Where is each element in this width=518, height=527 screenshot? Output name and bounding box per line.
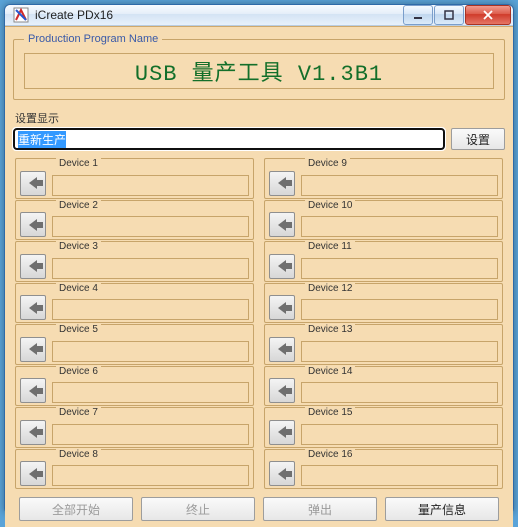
device-slot: Device 12 bbox=[264, 283, 503, 324]
device-slot-label: Device 16 bbox=[305, 449, 355, 461]
device-slot: Device 2 bbox=[15, 200, 254, 241]
arrow-left-icon[interactable] bbox=[269, 171, 295, 196]
device-slot: Device 6 bbox=[15, 366, 254, 407]
device-status-field bbox=[301, 341, 498, 362]
window-controls bbox=[403, 5, 511, 25]
device-slot-label: Device 11 bbox=[305, 241, 355, 253]
titlebar[interactable]: iCreate PDx16 bbox=[5, 5, 513, 26]
arrow-left-icon[interactable] bbox=[20, 337, 46, 362]
device-slot: Device 8 bbox=[15, 449, 254, 490]
device-status-field bbox=[52, 299, 249, 320]
arrow-left-icon[interactable] bbox=[20, 171, 46, 196]
device-slot-label: Device 6 bbox=[56, 366, 101, 378]
app-icon bbox=[13, 7, 29, 23]
setting-row: 设置 bbox=[13, 128, 505, 150]
main-window: iCreate PDx16 Production Program Name US… bbox=[4, 4, 514, 514]
device-slot: Device 5 bbox=[15, 324, 254, 365]
device-slot-label: Device 4 bbox=[56, 283, 101, 295]
device-slot: Device 15 bbox=[264, 407, 503, 448]
eject-button[interactable]: 弹出 bbox=[263, 497, 377, 521]
device-status-field bbox=[301, 216, 498, 237]
arrow-left-icon[interactable] bbox=[20, 378, 46, 403]
device-slot: Device 9 bbox=[264, 158, 503, 199]
setting-label: 设置显示 bbox=[15, 110, 505, 126]
device-status-field bbox=[301, 258, 498, 279]
device-slot: Device 7 bbox=[15, 407, 254, 448]
device-slot: Device 16 bbox=[264, 449, 503, 490]
device-slot-label: Device 5 bbox=[56, 324, 101, 336]
device-status-field bbox=[52, 382, 249, 403]
device-status-field bbox=[301, 424, 498, 445]
device-slot-label: Device 12 bbox=[305, 283, 355, 295]
window-title: iCreate PDx16 bbox=[35, 8, 403, 22]
device-slot: Device 1 bbox=[15, 158, 254, 199]
device-status-field bbox=[52, 216, 249, 237]
setting-button[interactable]: 设置 bbox=[451, 128, 505, 150]
devices-grid: Device 1 Device 2 Device 3 Device 4 Device 5… bbox=[13, 156, 505, 493]
device-slot-label: Device 3 bbox=[56, 241, 101, 253]
program-name-group: Production Program Name USB 量产工具 V1.3B1 bbox=[13, 33, 505, 100]
device-slot-label: Device 7 bbox=[56, 407, 101, 419]
arrow-left-icon[interactable] bbox=[20, 420, 46, 445]
device-slot-label: Device 10 bbox=[305, 200, 355, 212]
device-status-field bbox=[301, 465, 498, 486]
minimize-button[interactable] bbox=[403, 5, 433, 25]
arrow-left-icon[interactable] bbox=[269, 461, 295, 486]
info-button[interactable]: 量产信息 bbox=[385, 497, 499, 521]
device-status-field bbox=[52, 465, 249, 486]
device-slot: Device 10 bbox=[264, 200, 503, 241]
arrow-left-icon[interactable] bbox=[20, 212, 46, 237]
stop-button[interactable]: 终止 bbox=[141, 497, 255, 521]
program-legend: Production Program Name bbox=[24, 33, 162, 45]
device-slot: Device 13 bbox=[264, 324, 503, 365]
arrow-left-icon[interactable] bbox=[269, 420, 295, 445]
arrow-left-icon[interactable] bbox=[20, 461, 46, 486]
device-status-field bbox=[52, 175, 249, 196]
close-button[interactable] bbox=[465, 5, 511, 25]
device-slot: Device 3 bbox=[15, 241, 254, 282]
device-status-field bbox=[52, 341, 249, 362]
device-slot-label: Device 13 bbox=[305, 324, 355, 336]
device-status-field bbox=[52, 258, 249, 279]
start-all-button[interactable]: 全部开始 bbox=[19, 497, 133, 521]
program-name-display: USB 量产工具 V1.3B1 bbox=[24, 53, 494, 89]
device-status-field bbox=[52, 424, 249, 445]
device-status-field bbox=[301, 175, 498, 196]
bottom-toolbar: 全部开始 终止 弹出 量产信息 bbox=[13, 493, 505, 523]
devices-col-left: Device 1 Device 2 Device 3 Device 4 Device 5… bbox=[15, 158, 254, 489]
devices-col-right: Device 9 Device 10 Device 11 Device 12 Devic… bbox=[264, 158, 503, 489]
device-slot-label: Device 9 bbox=[305, 158, 350, 170]
client-area: Production Program Name USB 量产工具 V1.3B1 … bbox=[5, 26, 513, 527]
arrow-left-icon[interactable] bbox=[269, 254, 295, 279]
arrow-left-icon[interactable] bbox=[269, 212, 295, 237]
device-slot: Device 11 bbox=[264, 241, 503, 282]
setting-input[interactable] bbox=[13, 128, 445, 150]
device-slot-label: Device 8 bbox=[56, 449, 101, 461]
arrow-left-icon[interactable] bbox=[269, 295, 295, 320]
arrow-left-icon[interactable] bbox=[269, 337, 295, 362]
device-slot-label: Device 14 bbox=[305, 366, 355, 378]
arrow-left-icon[interactable] bbox=[20, 295, 46, 320]
device-slot-label: Device 1 bbox=[56, 158, 101, 170]
device-slot: Device 4 bbox=[15, 283, 254, 324]
device-status-field bbox=[301, 299, 498, 320]
arrow-left-icon[interactable] bbox=[20, 254, 46, 279]
maximize-button[interactable] bbox=[434, 5, 464, 25]
arrow-left-icon[interactable] bbox=[269, 378, 295, 403]
device-slot-label: Device 15 bbox=[305, 407, 355, 419]
device-status-field bbox=[301, 382, 498, 403]
device-slot: Device 14 bbox=[264, 366, 503, 407]
device-slot-label: Device 2 bbox=[56, 200, 101, 212]
